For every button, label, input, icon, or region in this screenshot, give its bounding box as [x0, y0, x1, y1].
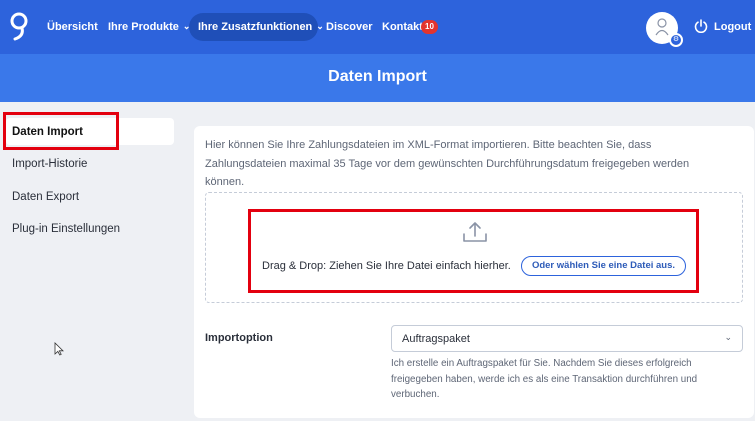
highlight-box-dropzone [248, 209, 699, 293]
contact-count-badge: 10 [421, 20, 438, 34]
nav-addons[interactable]: Ihre Zusatzfunktionen ⌄ [198, 18, 324, 36]
sidebar-item-daten-export[interactable]: Daten Export [12, 191, 79, 203]
nav-products-label: Ihre Produkte [108, 21, 179, 33]
nav-products[interactable]: Ihre Produkte ⌄ [108, 18, 190, 36]
import-option-description: Ich erstelle ein Auftragspaket für Sie. … [391, 358, 698, 400]
user-icon [655, 18, 669, 36]
page-title: Daten Import [328, 68, 427, 85]
import-option-label: Importoption [205, 332, 273, 344]
nav-discover[interactable]: Discover [326, 18, 372, 36]
logout-link[interactable]: Logout [714, 18, 751, 36]
sidebar-item-plugin-einstellungen[interactable]: Plug-in Einstellungen [12, 223, 120, 235]
nav-addons-label: Ihre Zusatzfunktionen [198, 21, 313, 33]
intro-text: Hier können Sie Ihre Zahlungsdateien im … [205, 139, 690, 188]
settings-gear-icon[interactable]: ⚙ [669, 33, 683, 47]
mouse-cursor-icon [54, 342, 64, 356]
chevron-down-icon: ⌄ [316, 21, 324, 31]
power-icon[interactable] [694, 19, 708, 33]
brand-logo-icon[interactable] [9, 12, 29, 42]
highlight-box-sidebar [3, 112, 119, 150]
top-nav: Übersicht Ihre Produkte ⌄ Ihre Zusatzfunk… [0, 0, 755, 54]
import-option-select[interactable]: Auftragspaket ⌄ [391, 325, 743, 352]
sidebar-item-import-historie[interactable]: Import-Historie [12, 158, 87, 170]
import-option-value: Auftragspaket [402, 333, 470, 345]
page-banner: Daten Import [0, 54, 755, 102]
nav-contact[interactable]: Kontakt [382, 18, 423, 36]
nav-overview[interactable]: Übersicht [47, 18, 98, 36]
chevron-down-icon: ⌄ [724, 332, 732, 342]
